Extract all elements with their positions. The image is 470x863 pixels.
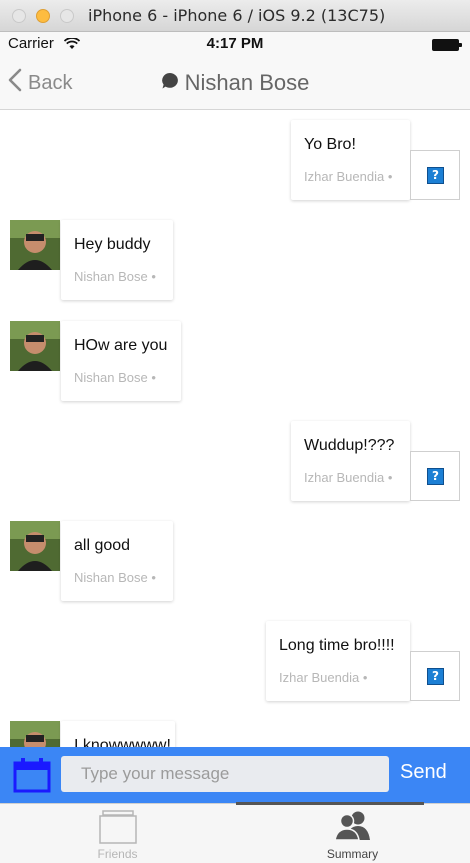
avatar — [10, 321, 60, 371]
calendar-button[interactable] — [13, 757, 51, 793]
message-sender: Nishan Bose • — [74, 570, 156, 585]
battery-icon — [432, 39, 462, 51]
avatar — [10, 521, 60, 571]
sender-avatar-placeholder: ? — [410, 651, 460, 701]
sender-avatar-placeholder: ? — [410, 150, 460, 200]
tab-friends[interactable]: Friends — [0, 804, 235, 863]
status-bar: Carrier 4:17 PM — [0, 32, 470, 56]
tab-summary-label: Summary — [326, 847, 379, 861]
summary-tab-icon — [235, 810, 470, 840]
message-bubble[interactable]: Hey buddy Nishan Bose • — [61, 220, 173, 300]
missing-image-icon: ? — [427, 468, 444, 485]
sender-avatar-placeholder: ? — [410, 451, 460, 501]
navigation-bar: Back Nishan Bose — [0, 56, 470, 110]
message-composer: Send — [0, 747, 470, 803]
message-text: HOw are you — [74, 337, 168, 354]
window-zoom-button[interactable] — [60, 9, 74, 23]
message-text: all good — [74, 537, 131, 554]
message-text: Long time bro!!!! — [279, 637, 395, 654]
message-input[interactable] — [61, 756, 389, 792]
message-sender: Izhar Buendia • — [304, 169, 393, 184]
message-bubble[interactable]: Yo Bro! Izhar Buendia • — [291, 120, 410, 200]
send-button[interactable]: Send — [400, 761, 447, 784]
window-minimize-button[interactable] — [36, 9, 50, 23]
missing-image-icon: ? — [427, 167, 444, 184]
message-sender: Nishan Bose • — [74, 370, 156, 385]
message-text: I knowwwww! — [74, 737, 171, 747]
tab-summary[interactable]: Summary — [235, 804, 470, 863]
message-text: Yo Bro! — [304, 136, 356, 153]
message-bubble[interactable]: Wuddup!??? Izhar Buendia • — [291, 421, 410, 501]
message-sender: Izhar Buendia • — [304, 470, 393, 485]
calendar-icon — [13, 758, 51, 797]
message-bubble[interactable]: HOw are you Nishan Bose • — [61, 321, 181, 401]
avatar — [10, 721, 60, 747]
tab-friends-label: Friends — [97, 847, 138, 861]
message-text: Hey buddy — [74, 236, 151, 253]
message-bubble[interactable]: all good Nishan Bose • — [61, 521, 173, 601]
message-bubble[interactable]: I knowwwww! — [61, 721, 175, 747]
window-close-button[interactable] — [12, 9, 26, 23]
friends-tab-icon — [0, 810, 235, 844]
tab-bar: Friends Summary — [0, 802, 470, 863]
avatar — [10, 220, 60, 270]
missing-image-icon: ? — [427, 668, 444, 685]
window-title: iPhone 6 - iPhone 6 / iOS 9.2 (13C75) — [88, 6, 386, 25]
message-text: Wuddup!??? — [304, 437, 395, 454]
message-sender: Izhar Buendia • — [279, 670, 368, 685]
message-sender: Nishan Bose • — [74, 269, 156, 284]
message-bubble[interactable]: Long time bro!!!! Izhar Buendia • — [266, 621, 410, 701]
simulator-titlebar: iPhone 6 - iPhone 6 / iOS 9.2 (13C75) — [0, 0, 470, 32]
chat-message-list[interactable]: Yo Bro! Izhar Buendia • ? Hey buddy Nish… — [0, 111, 470, 747]
status-time: 4:17 PM — [206, 35, 264, 52]
conversation-title: Nishan Bose — [0, 70, 470, 96]
conversation-title-label: Nishan Bose — [184, 70, 310, 95]
chat-bubble-icon — [161, 70, 179, 96]
